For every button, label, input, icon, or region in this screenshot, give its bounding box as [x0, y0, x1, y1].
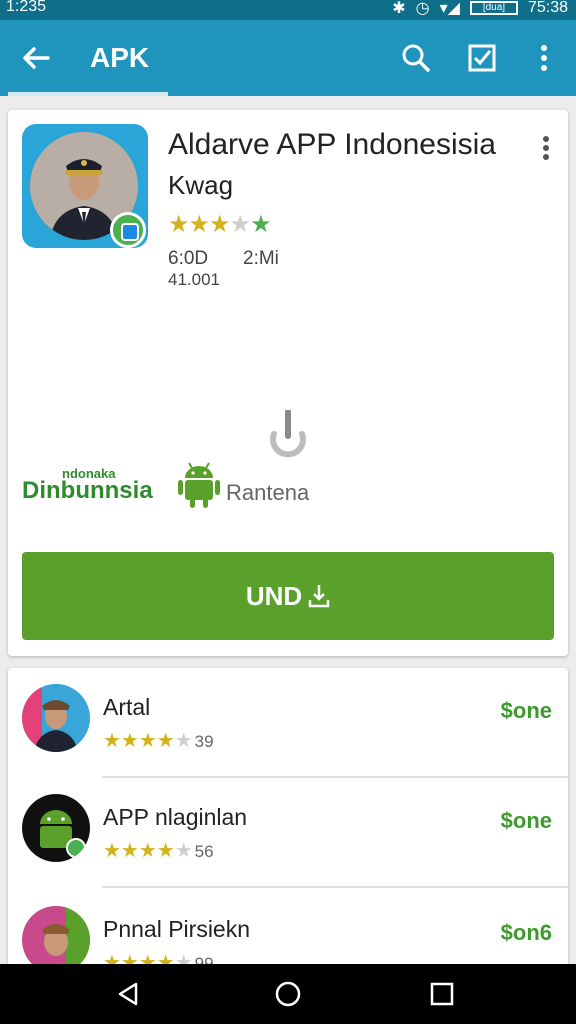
android-avatar-icon: [22, 794, 90, 862]
star-icon: ★: [188, 211, 210, 238]
android-icon: [178, 462, 220, 508]
alarm-icon: ◷: [415, 0, 430, 17]
system-nav-bar: [0, 964, 576, 1024]
brand-logo-left: ndonaka Dinbunnsia: [22, 466, 153, 505]
signal-icon: ▾◢: [439, 0, 460, 17]
back-arrow-icon[interactable]: [18, 40, 54, 76]
install-button[interactable]: UND: [22, 552, 554, 640]
list-item-name: Pnnal Pirsiekn: [103, 916, 251, 942]
star-icon: ★: [209, 211, 230, 238]
app-meta-downloads: 6:0D: [168, 248, 209, 269]
app-icon[interactable]: [22, 124, 148, 248]
list-item-price[interactable]: $onе: [501, 808, 552, 834]
brand-left-big: Dinbunnsia: [22, 477, 153, 504]
list-item[interactable]: Pnnal Pirsiekn ★★★★★ 99 $on6: [8, 890, 568, 968]
list-item[interactable]: APP nlaginlan ★★★★★ 56 $onе: [8, 778, 568, 888]
star-half-icon: ★: [250, 211, 271, 238]
list-item-name: APP nlaginlan: [103, 804, 248, 830]
rating-count: 56: [194, 842, 214, 861]
list-item[interactable]: Artal ★★★★★ 39 $onе: [8, 668, 568, 778]
checkbox-icon[interactable]: [464, 40, 500, 76]
status-clock: 75:38: [527, 0, 568, 16]
avatar: [22, 684, 90, 752]
tab-indicator: [8, 92, 168, 96]
star-icon: ★: [168, 211, 189, 238]
nav-recents-icon[interactable]: [428, 980, 456, 1008]
brand-label-right: Rantena: [226, 480, 310, 505]
search-icon[interactable]: [398, 40, 434, 76]
bluetooth-icon: ✱: [392, 0, 406, 17]
nav-home-icon[interactable]: [274, 980, 302, 1008]
nav-back-icon[interactable]: [114, 980, 142, 1008]
list-item-price[interactable]: $onе: [501, 698, 552, 724]
status-bar: 1:235 ✱ ◷ ▾◢ [dua] 75:38: [0, 0, 576, 20]
star-empty-icon: ★: [229, 211, 251, 238]
list-item-rating: ★★★★★ 39: [103, 730, 214, 752]
status-time: 1:235: [6, 0, 47, 15]
list-item-rating: ★★★★★ 56: [103, 840, 214, 862]
related-apps-list: Artal ★★★★★ 39 $onе APP nlaginlan ★★★★★ 56…: [8, 668, 568, 968]
page-title: APK: [90, 42, 150, 73]
download-icon[interactable]: [266, 410, 310, 460]
app-name: Aldarve APP Indonesisia: [168, 128, 496, 161]
list-item-price[interactable]: $on6: [501, 920, 552, 946]
verified-badge-icon: [110, 212, 146, 248]
download-arrow-icon: [308, 585, 330, 608]
status-icons: ✱ ◷ ▾◢ [dua] 75:38: [392, 0, 568, 18]
app-meta-size: 2:Mi: [243, 248, 279, 269]
rating-count: 39: [194, 732, 214, 751]
list-item-name: Artal: [103, 694, 151, 720]
divider: [102, 886, 568, 888]
app-rating-stars: ★★★★★: [168, 210, 272, 239]
overflow-menu-icon[interactable]: [526, 40, 562, 76]
app-bar: APK: [0, 20, 576, 96]
card-overflow-icon[interactable]: [536, 134, 556, 164]
app-developer[interactable]: Kwag: [168, 170, 233, 201]
install-button-label: UND: [245, 580, 303, 611]
avatar: [22, 906, 90, 968]
app-meta-reviews: 41.001: [168, 270, 220, 289]
battery-icon: [dua]: [469, 1, 518, 15]
app-detail-card: Aldarve APP Indonesisia Kwag ★★★★★ 6:0D …: [8, 110, 568, 656]
